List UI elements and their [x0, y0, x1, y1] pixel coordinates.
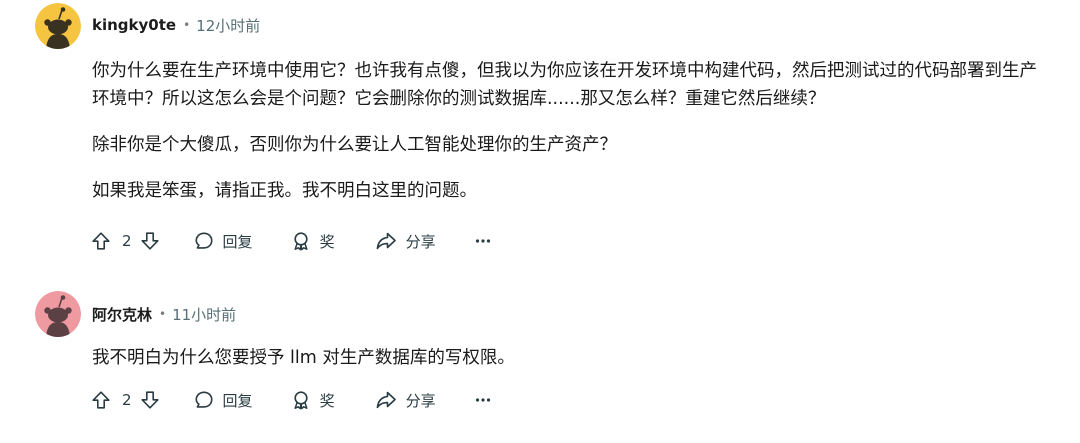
meta-separator: •: [159, 307, 167, 321]
speech-bubble-icon: [194, 231, 214, 251]
share-label: 分享: [405, 232, 436, 251]
downvote-arrow-icon[interactable]: [140, 390, 160, 410]
comment: 阿尔克林 • 11小时前 我不明白为什么您要授予 llm 对生产数据库的写权限。…: [0, 283, 1080, 443]
upvote-arrow-icon[interactable]: [91, 231, 111, 251]
ellipsis-icon: [475, 238, 491, 244]
author-name[interactable]: 阿尔克林: [92, 304, 152, 325]
reply-label: 回复: [222, 391, 253, 410]
comment-meta: kingky0te • 12小时前: [92, 13, 260, 37]
award-label: 奖: [319, 391, 335, 410]
ellipsis-icon: [475, 397, 491, 403]
comment-action-bar: 2 回复 奖 分享: [91, 228, 491, 254]
upvote-arrow-icon[interactable]: [91, 390, 111, 410]
comment: kingky0te • 12小时前 你为什么要在生产环境中使用它？也许我有点傻，…: [0, 0, 1080, 270]
reply-label: 回复: [222, 232, 253, 251]
timestamp[interactable]: 12小时前: [196, 15, 260, 36]
comment-meta: 阿尔克林 • 11小时前: [92, 302, 236, 326]
vote-count: 2: [122, 391, 132, 409]
snoo-avatar-icon: [35, 3, 81, 49]
award-ribbon-icon: [291, 231, 311, 251]
share-button[interactable]: 分享: [375, 231, 436, 252]
share-arrow-icon: [375, 390, 397, 410]
more-options-button[interactable]: [475, 397, 491, 403]
award-button[interactable]: 奖: [291, 231, 335, 252]
share-button[interactable]: 分享: [375, 390, 436, 411]
share-arrow-icon: [375, 231, 397, 251]
award-ribbon-icon: [291, 390, 311, 410]
reply-button[interactable]: 回复: [194, 390, 253, 411]
comment-paragraph: 除非你是个大傻瓜，否则你为什么要让人工智能处理你的生产资产？: [92, 135, 617, 155]
award-label: 奖: [319, 232, 335, 251]
comment-paragraph: 你为什么要在生产环境中使用它？也许我有点傻，但我以为你应该在开发环境中构建代码，…: [92, 61, 1037, 109]
timestamp[interactable]: 11小时前: [172, 304, 236, 325]
reply-button[interactable]: 回复: [194, 231, 253, 252]
comment-action-bar: 2 回复 奖 分享: [91, 387, 491, 413]
meta-separator: •: [183, 18, 191, 32]
downvote-arrow-icon[interactable]: [140, 231, 160, 251]
share-label: 分享: [405, 391, 436, 410]
vote-count: 2: [122, 232, 132, 250]
speech-bubble-icon: [194, 390, 214, 410]
avatar[interactable]: [35, 3, 81, 49]
author-name[interactable]: kingky0te: [92, 16, 176, 34]
snoo-avatar-icon: [35, 291, 81, 337]
award-button[interactable]: 奖: [291, 390, 335, 411]
more-options-button[interactable]: [475, 238, 491, 244]
comment-paragraph: 如果我是笨蛋，请指正我。我不明白这里的问题。: [92, 181, 477, 201]
avatar[interactable]: [35, 291, 81, 337]
comment-body: 你为什么要在生产环境中使用它？也许我有点傻，但我以为你应该在开发环境中构建代码，…: [92, 57, 1042, 205]
comment-body: 我不明白为什么您要授予 llm 对生产数据库的写权限。: [92, 344, 1042, 372]
comment-paragraph: 我不明白为什么您要授予 llm 对生产数据库的写权限。: [92, 348, 515, 368]
